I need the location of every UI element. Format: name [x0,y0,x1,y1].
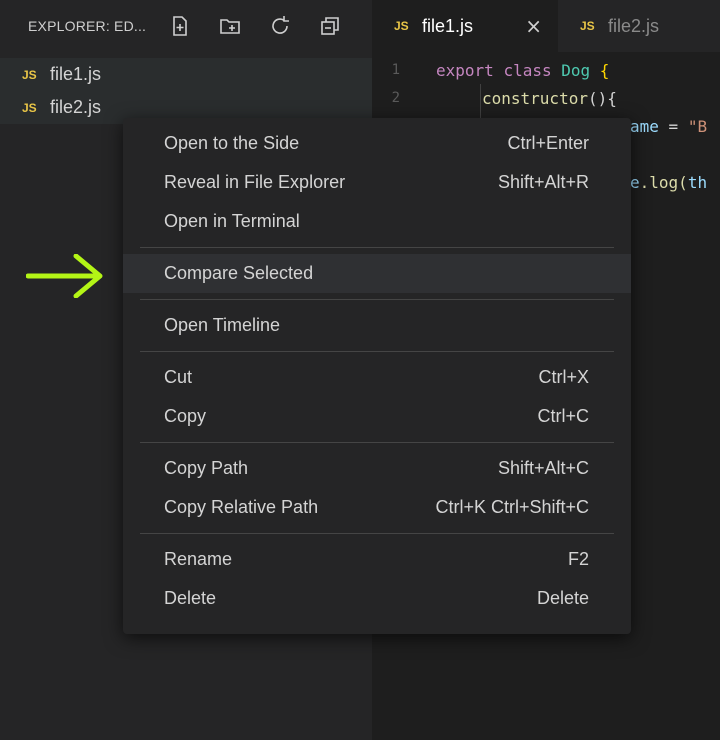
line-number: 1 [391,62,400,78]
menu-item-copy[interactable]: Copy Ctrl+C [123,397,631,436]
code-token: ame [630,116,659,136]
menu-item-label: Reveal in File Explorer [164,172,346,192]
collapse-all-icon[interactable] [316,12,344,40]
menu-item-copy-relative-path[interactable]: Copy Relative Path Ctrl+K Ctrl+Shift+C [123,488,631,527]
menu-item-label: Open in Terminal [164,211,300,231]
menu-item-shortcut: Shift+Alt+C [497,458,589,478]
menu-item-shortcut: Delete [536,588,589,608]
tab-file1[interactable]: JS file1.js × [372,0,558,52]
file-item-file1[interactable]: JS file1.js [0,58,372,91]
close-icon[interactable]: × [525,14,542,38]
menu-separator [140,442,614,443]
explorer-header: EXPLORER: ED... [0,0,372,52]
file-name: file1.js [50,64,102,84]
menu-item-label: Copy Path [164,458,249,478]
menu-item-open-to-side[interactable]: Open to the Side Ctrl+Enter [123,124,631,163]
code-token: th [687,172,708,192]
line-number: 2 [391,90,400,106]
menu-item-shortcut: Ctrl+K Ctrl+Shift+C [435,497,589,517]
new-folder-icon[interactable] [216,12,244,40]
file-name: file2.js [50,97,102,117]
explorer-actions [166,12,344,40]
menu-separator [140,351,614,352]
menu-item-shortcut: Ctrl+C [537,406,589,426]
menu-separator [140,247,614,248]
code-token: .log( [639,172,688,192]
new-file-icon[interactable] [166,12,194,40]
menu-item-label: Copy Relative Path [164,497,319,517]
code-token: constructor [482,88,588,108]
js-file-icon: JS [580,19,595,33]
file-list: JS file1.js JS file2.js [0,58,372,124]
menu-item-cut[interactable]: Cut Ctrl+X [123,358,631,397]
js-file-icon: JS [22,67,37,82]
menu-item-shortcut: Shift+Alt+R [497,172,589,192]
code-token: Dog [561,60,591,80]
code-token: e [630,172,640,192]
refresh-icon[interactable] [266,12,294,40]
tab-label: file1.js [422,15,474,36]
menu-item-open-timeline[interactable]: Open Timeline [123,306,631,345]
tab-label: file2.js [608,15,660,36]
code-token: "B [687,116,708,136]
menu-item-label: Cut [164,367,193,387]
menu-item-rename[interactable]: Rename F2 [123,540,631,579]
code-token: (){ [587,88,617,108]
code-line: 1 export class Dog { [372,56,720,84]
arrow-right-icon [26,254,103,298]
code-line: 2 constructor(){ [372,84,720,112]
menu-item-shortcut: Ctrl+X [538,367,589,387]
editor-tabs: JS file1.js × JS file2.js [372,0,720,52]
menu-item-label: Copy [164,406,207,426]
menu-item-shortcut: Ctrl+Enter [507,133,589,153]
menu-item-label: Delete [164,588,217,608]
menu-item-reveal-in-explorer[interactable]: Reveal in File Explorer Shift+Alt+R [123,163,631,202]
tab-file2[interactable]: JS file2.js [558,0,673,52]
menu-item-delete[interactable]: Delete Delete [123,579,631,618]
menu-item-shortcut: F2 [567,549,589,569]
menu-item-label: Open to the Side [164,133,300,153]
menu-item-label: Open Timeline [164,315,281,335]
code-token: class [503,60,552,80]
js-file-icon: JS [22,100,37,115]
menu-item-compare-selected[interactable]: Compare Selected [123,254,631,293]
context-menu: Open to the Side Ctrl+Enter Reveal in Fi… [123,118,631,634]
code-token: { [599,60,610,80]
code-token: export [436,60,494,80]
menu-item-label: Rename [164,549,233,569]
menu-separator [140,533,614,534]
menu-item-copy-path[interactable]: Copy Path Shift+Alt+C [123,449,631,488]
explorer-title: EXPLORER: ED... [28,18,147,34]
js-file-icon: JS [394,19,409,33]
menu-separator [140,299,614,300]
menu-item-open-in-terminal[interactable]: Open in Terminal [123,202,631,241]
menu-item-label: Compare Selected [164,263,314,283]
code-token: = [668,116,679,136]
